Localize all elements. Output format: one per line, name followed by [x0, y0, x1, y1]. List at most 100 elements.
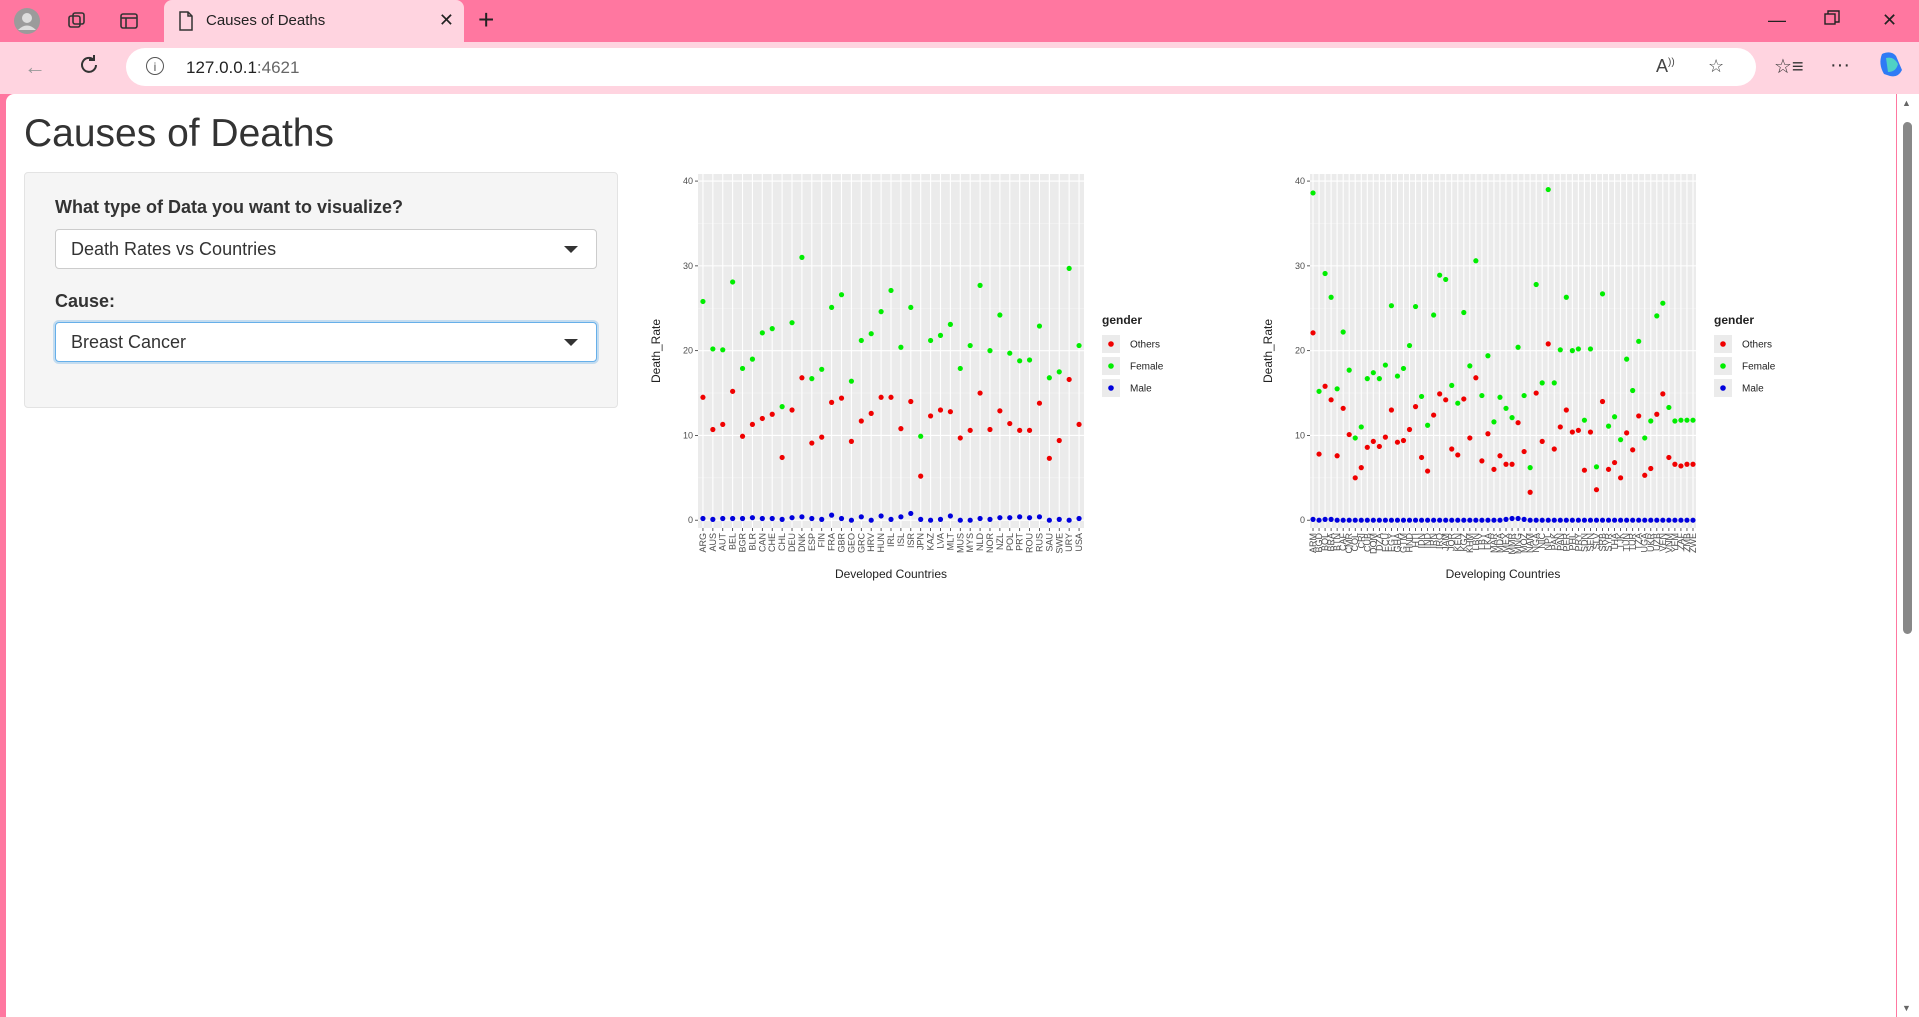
- minimize-icon[interactable]: —: [1768, 10, 1786, 31]
- data-point-female: [1479, 392, 1485, 399]
- data-point-male: [1017, 514, 1023, 520]
- x-tick-label: USA: [1074, 533, 1084, 552]
- data-point-female: [848, 378, 855, 384]
- data-point-female: [1485, 353, 1491, 359]
- x-tick-label: NLD: [975, 533, 985, 552]
- data-point-male: [1666, 517, 1672, 523]
- data-point-female: [898, 344, 904, 350]
- data-point-male: [937, 516, 944, 522]
- y-tick-label: 30: [1295, 261, 1305, 271]
- data-point-others: [1672, 461, 1678, 467]
- data-point-female: [1605, 423, 1612, 429]
- data-point-male: [1491, 517, 1497, 523]
- data-point-female: [1340, 329, 1346, 335]
- data-point-female: [1642, 435, 1648, 441]
- refresh-icon[interactable]: [78, 54, 100, 82]
- data-point-others: [1394, 439, 1401, 445]
- site-info-icon[interactable]: i: [146, 57, 164, 75]
- data-point-female: [1630, 387, 1636, 394]
- data-point-female: [1581, 417, 1588, 423]
- legend-key-female: [1720, 363, 1726, 369]
- data-point-male: [1521, 516, 1527, 522]
- data-point-male: [1648, 517, 1654, 523]
- data-point-female: [1618, 437, 1624, 443]
- scroll-down-icon[interactable]: ▼: [1902, 1003, 1911, 1013]
- data-point-female: [1322, 270, 1328, 277]
- data-point-male: [1046, 517, 1052, 523]
- data-point-others: [1569, 429, 1575, 435]
- data-point-female: [1660, 300, 1666, 306]
- data-point-female: [749, 356, 756, 362]
- profile-icon[interactable]: [12, 6, 42, 36]
- data-point-female: [1672, 418, 1678, 424]
- data-point-others: [1593, 487, 1600, 493]
- restore-icon[interactable]: [1824, 10, 1840, 31]
- workspaces-icon[interactable]: [62, 6, 92, 36]
- data-type-value: Death Rates vs Countries: [71, 239, 277, 259]
- data-point-male: [868, 517, 874, 523]
- read-aloud-icon[interactable]: A)): [1656, 56, 1675, 77]
- data-point-male: [1497, 517, 1503, 523]
- vertical-scrollbar[interactable]: ▲ ▼: [1897, 94, 1919, 1017]
- cause-select[interactable]: Breast Cancer: [55, 322, 597, 362]
- data-point-others: [987, 426, 993, 433]
- data-point-male: [1473, 517, 1479, 523]
- page-icon: [178, 11, 194, 36]
- tab-causes-of-deaths[interactable]: Causes of Deaths ✕: [164, 0, 464, 42]
- x-tick-label: NOR: [985, 533, 995, 554]
- data-point-female: [927, 337, 934, 344]
- data-point-male: [888, 516, 894, 522]
- data-point-male: [1624, 517, 1630, 523]
- copilot-icon[interactable]: [1876, 50, 1906, 86]
- scroll-up-icon[interactable]: ▲: [1902, 98, 1911, 108]
- new-tab-icon[interactable]: +: [478, 6, 494, 34]
- data-point-male: [1431, 517, 1437, 523]
- close-tab-icon[interactable]: ✕: [439, 10, 454, 31]
- data-point-others: [868, 410, 874, 416]
- y-tick-label: 10: [683, 430, 693, 440]
- data-point-others: [1605, 466, 1612, 472]
- data-point-others: [759, 415, 765, 422]
- data-point-female: [1026, 357, 1033, 363]
- data-type-select[interactable]: Death Rates vs Countries: [55, 229, 597, 269]
- data-point-others: [1642, 472, 1648, 478]
- data-point-others: [1690, 461, 1696, 467]
- x-axis-title: Developed Countries: [835, 567, 947, 581]
- data-point-female: [1358, 424, 1364, 430]
- data-point-others: [1328, 397, 1334, 403]
- data-point-female: [730, 279, 736, 285]
- y-tick-label: 10: [1295, 430, 1305, 440]
- data-point-female: [1569, 348, 1575, 354]
- data-point-female: [1636, 338, 1642, 344]
- scrollbar-thumb[interactable]: [1903, 122, 1912, 634]
- y-tick-label: 0: [688, 515, 693, 525]
- data-point-male: [838, 515, 845, 522]
- data-point-others: [1431, 412, 1437, 418]
- data-point-male: [908, 510, 914, 517]
- back-icon[interactable]: ←: [24, 54, 46, 80]
- data-point-others: [819, 434, 825, 440]
- tab-actions-icon[interactable]: [114, 6, 144, 36]
- more-menu-icon[interactable]: ···: [1830, 54, 1850, 77]
- data-point-male: [1443, 517, 1449, 523]
- data-point-others: [700, 394, 706, 400]
- data-point-male: [1672, 517, 1678, 523]
- data-point-others: [739, 433, 746, 439]
- data-point-male: [898, 514, 904, 520]
- data-point-female: [1666, 404, 1672, 411]
- data-point-female: [1443, 276, 1449, 283]
- data-point-male: [1056, 516, 1062, 522]
- data-point-female: [1370, 370, 1376, 376]
- x-tick-label: KAZ: [926, 533, 936, 551]
- close-window-icon[interactable]: ✕: [1882, 10, 1897, 31]
- data-point-male: [1636, 517, 1642, 523]
- favorite-star-icon[interactable]: ☆: [1708, 56, 1724, 77]
- data-point-others: [1527, 489, 1533, 495]
- data-point-male: [1618, 517, 1624, 523]
- data-point-others: [1036, 400, 1043, 406]
- x-tick-label: LVA: [935, 533, 945, 549]
- legend-label: Female: [1742, 362, 1776, 373]
- data-point-others: [730, 388, 736, 394]
- url-field[interactable]: i 127.0.0.1:4621 A)) ☆: [126, 48, 1756, 86]
- favorites-icon[interactable]: ☆≡: [1774, 54, 1804, 79]
